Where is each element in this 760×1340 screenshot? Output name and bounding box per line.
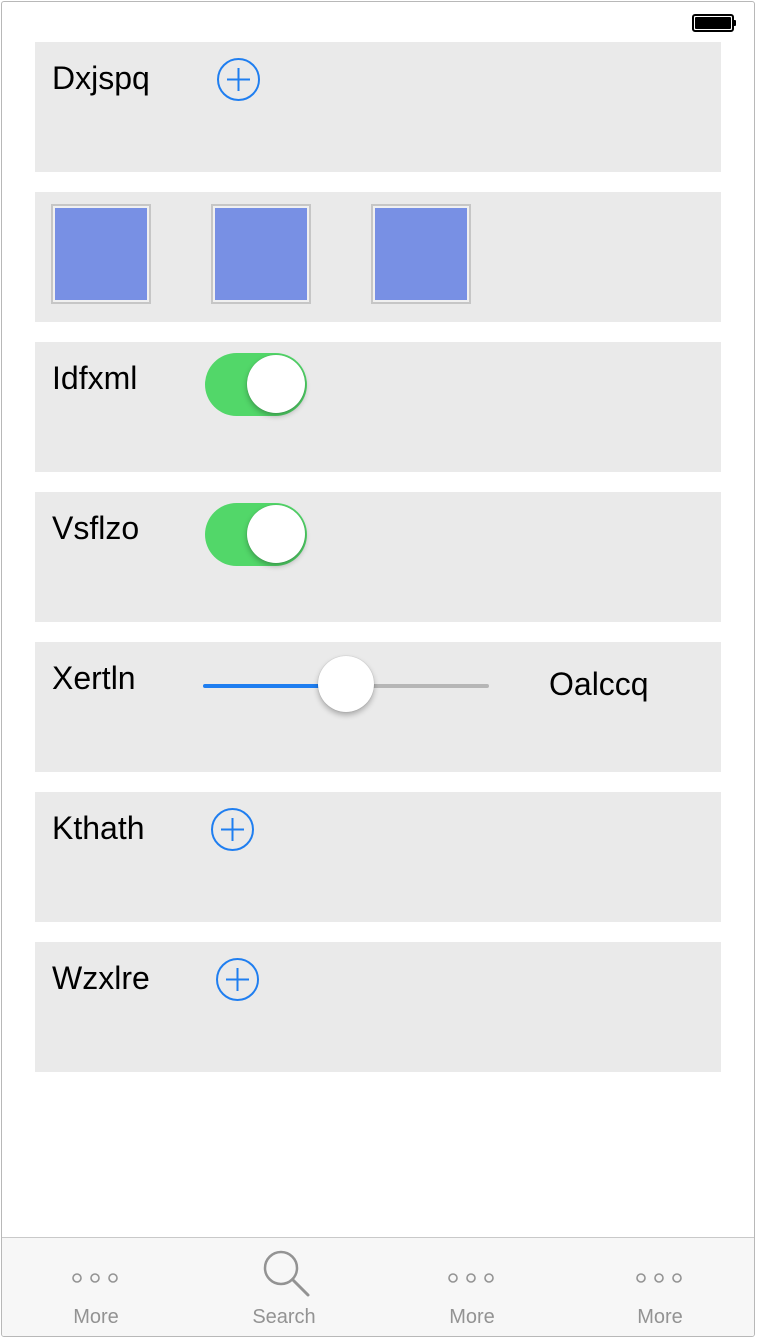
row-wzxlre: Wzxlre (35, 942, 721, 1072)
tab-search[interactable]: Search (190, 1238, 378, 1336)
tab-label: Search (252, 1306, 316, 1328)
image-swatch-1[interactable] (51, 204, 151, 304)
row-label: Xertln (52, 660, 136, 696)
image-swatch-2[interactable] (211, 204, 311, 304)
switch-knob (247, 505, 305, 563)
tab-bar: More Search More More (2, 1237, 754, 1336)
image-swatch-3[interactable] (371, 204, 471, 304)
row-vsflzo: Vsflzo (35, 492, 721, 622)
slider-thumb[interactable] (318, 656, 374, 712)
row-image-swatches (35, 192, 721, 322)
more-dots-icon (72, 1273, 118, 1283)
xertln-slider[interactable] (203, 656, 489, 714)
row-dxjspq: Dxjspq (35, 42, 721, 172)
add-button-plus-icon[interactable] (210, 807, 255, 852)
app-screen: Dxjspq Idfxml Vsflzo Xertln Oalccq Kthat… (1, 1, 755, 1337)
tab-label: More (637, 1306, 683, 1328)
row-xertln: Xertln Oalccq (35, 642, 721, 772)
row-label: Kthath (52, 810, 145, 846)
tab-more-1[interactable]: More (2, 1238, 190, 1336)
row-label: Wzxlre (52, 960, 150, 996)
more-dots-icon (448, 1273, 494, 1283)
row-label: Vsflzo (52, 510, 140, 546)
switch-knob (247, 355, 305, 413)
slider-track-min (203, 684, 322, 688)
add-button-plus-icon[interactable] (215, 957, 260, 1002)
vsflzo-toggle-switch[interactable] (205, 503, 307, 566)
row-kthath: Kthath (35, 792, 721, 922)
tab-label: More (449, 1306, 495, 1328)
slider-value-label: Oalccq (549, 666, 649, 702)
battery-icon (692, 14, 736, 32)
tab-label: More (73, 1306, 119, 1328)
tab-more-3[interactable]: More (566, 1238, 754, 1336)
add-button-plus-icon[interactable] (216, 57, 261, 102)
search-icon (263, 1250, 310, 1297)
row-label: Idfxml (52, 360, 138, 396)
idfxml-toggle-switch[interactable] (205, 353, 307, 416)
row-idfxml: Idfxml (35, 342, 721, 472)
row-label: Dxjspq (52, 60, 150, 96)
more-dots-icon (636, 1273, 682, 1283)
tab-more-2[interactable]: More (378, 1238, 566, 1336)
slider-track-max (370, 684, 489, 688)
